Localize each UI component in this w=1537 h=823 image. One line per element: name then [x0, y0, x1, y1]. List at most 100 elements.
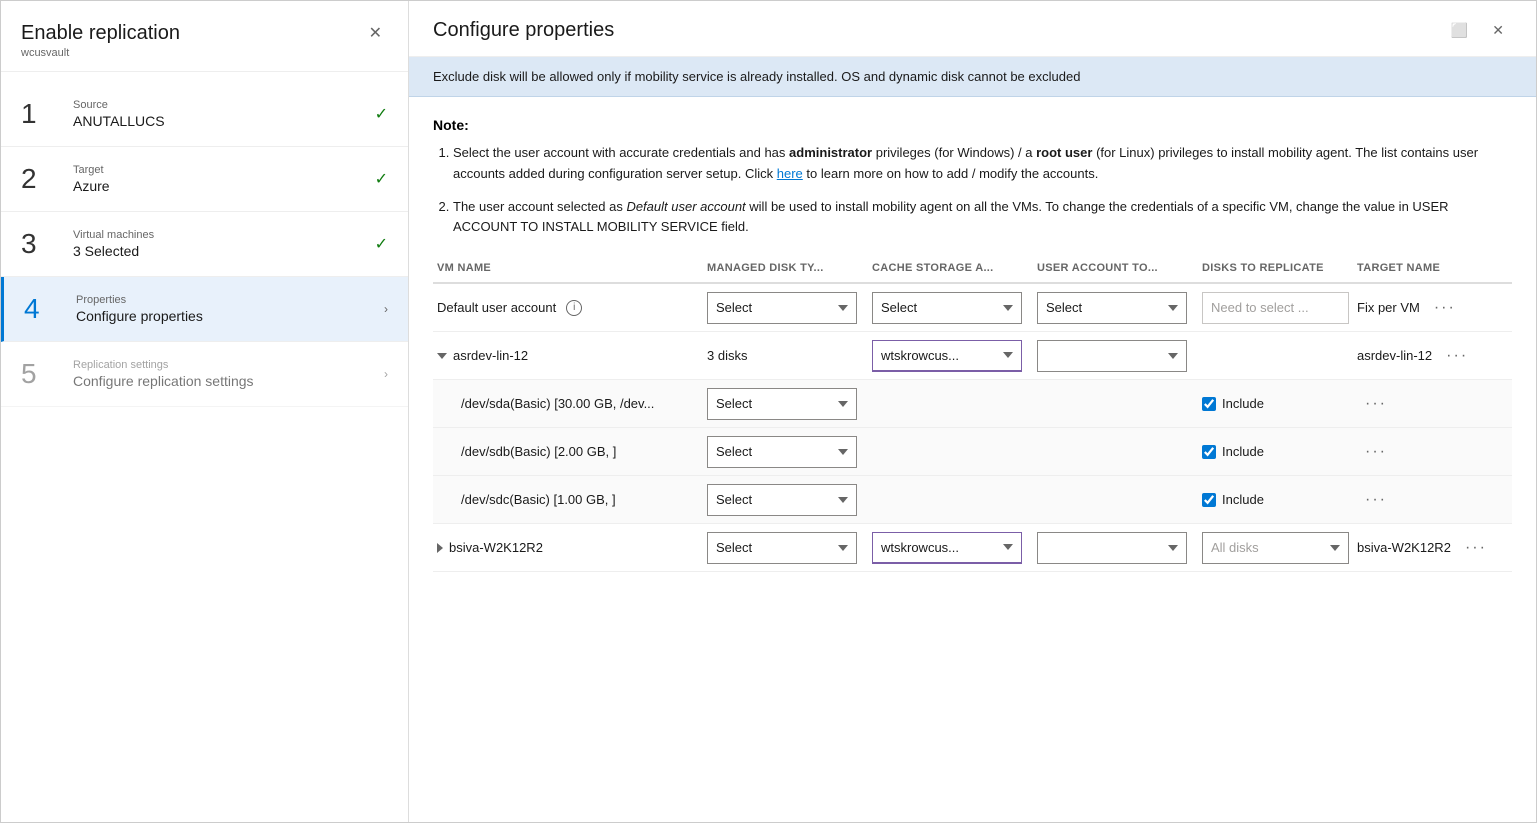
right-panel-close-button[interactable]: ✕	[1484, 20, 1512, 41]
th-target-name: TARGET NAME	[1353, 262, 1512, 274]
th-cache-storage: CACHE STORAGE A...	[868, 262, 1033, 274]
td-default-cache-storage[interactable]: Select	[868, 286, 1033, 330]
td-bsiva-managed-disk[interactable]: Select	[703, 526, 868, 570]
td-asrdev-user-account[interactable]	[1033, 334, 1198, 378]
right-content: Note: Select the user account with accur…	[409, 97, 1536, 822]
td-bsiva-target-name: bsiva-W2K12R2 ···	[1353, 531, 1512, 565]
step-2[interactable]: 2 Target Azure ✓	[1, 147, 408, 212]
note-list: Select the user account with accurate cr…	[433, 143, 1512, 238]
th-disks: DISKS TO REPLICATE	[1198, 262, 1353, 274]
table-row-sda: /dev/sda(Basic) [30.00 GB, /dev... Selec…	[433, 380, 1512, 428]
td-default-managed-disk[interactable]: Select	[703, 286, 868, 330]
note-section: Note: Select the user account with accur…	[433, 117, 1512, 238]
step-4[interactable]: 4 Properties Configure properties ›	[1, 277, 408, 342]
collapse-triangle-icon[interactable]	[437, 353, 447, 359]
sdc-managed-disk-select[interactable]: Select	[707, 484, 857, 516]
left-panel: Enable replication wcusvault ✕ 1 Source …	[1, 1, 409, 822]
asrdev-disk-count: 3 disks	[707, 348, 747, 363]
td-sda-name: /dev/sda(Basic) [30.00 GB, /dev...	[433, 390, 703, 417]
bsiva-target-name: bsiva-W2K12R2	[1357, 540, 1451, 555]
step-3-value: 3 Selected	[73, 243, 359, 259]
table-row-default: Default user account i Select Select	[433, 284, 1512, 332]
bsiva-ellipsis-button[interactable]: ···	[1457, 537, 1495, 559]
td-sdc-cache-storage	[868, 494, 1033, 506]
step-3[interactable]: 3 Virtual machines 3 Selected ✓	[1, 212, 408, 277]
sda-label: /dev/sda(Basic) [30.00 GB, /dev...	[461, 396, 654, 411]
bsiva-vm-name: bsiva-W2K12R2	[449, 540, 543, 555]
step-1[interactable]: 1 Source ANUTALLUCS ✓	[1, 82, 408, 147]
step-5-number: 5	[21, 358, 57, 390]
td-asrdev-target-name: asrdev-lin-12 ···	[1353, 339, 1512, 373]
left-panel-subtitle: wcusvault	[21, 47, 180, 59]
td-sda-user-account	[1033, 398, 1198, 410]
default-label: Default user account	[437, 300, 556, 315]
left-panel-close-button[interactable]: ✕	[363, 21, 388, 45]
td-sda-managed-disk[interactable]: Select	[703, 382, 868, 426]
td-sdc-ellipsis[interactable]: ···	[1353, 483, 1512, 517]
sdc-include-checkbox[interactable]	[1202, 493, 1216, 507]
bsiva-disks-select[interactable]: All disks	[1202, 532, 1349, 564]
td-bsiva-user-account[interactable]	[1033, 526, 1198, 570]
td-default-need-to-select: Need to select ...	[1198, 286, 1353, 330]
table-row-asrdev: asrdev-lin-12 3 disks wtskrowcus...	[433, 332, 1512, 380]
sda-include-checkbox[interactable]	[1202, 397, 1216, 411]
table-row-bsiva: bsiva-W2K12R2 Select wtskrowcus...	[433, 524, 1512, 572]
table-row-sdb: /dev/sdb(Basic) [2.00 GB, ] Select Inclu…	[433, 428, 1512, 476]
td-default-user-account[interactable]: Select	[1033, 286, 1198, 330]
td-sda-cache-storage	[868, 398, 1033, 410]
right-panel-minimize-button[interactable]: ⬜	[1443, 20, 1476, 41]
th-managed-disk: MANAGED DISK TY...	[703, 262, 868, 274]
default-user-account-select[interactable]: Select	[1037, 292, 1187, 324]
td-sdb-ellipsis[interactable]: ···	[1353, 435, 1512, 469]
sdc-ellipsis-button[interactable]: ···	[1357, 489, 1395, 511]
sdb-ellipsis-button[interactable]: ···	[1357, 441, 1395, 463]
step-2-number: 2	[21, 163, 57, 195]
info-banner: Exclude disk will be allowed only if mob…	[409, 57, 1536, 97]
default-cache-storage-select[interactable]: Select	[872, 292, 1022, 324]
td-bsiva-name: bsiva-W2K12R2	[433, 534, 703, 561]
td-sda-ellipsis[interactable]: ···	[1353, 387, 1512, 421]
sda-include-label: Include	[1222, 396, 1264, 411]
td-sdb-managed-disk[interactable]: Select	[703, 430, 868, 474]
sda-managed-disk-select[interactable]: Select	[707, 388, 857, 420]
asrdev-vm-name: asrdev-lin-12	[453, 348, 528, 363]
sdb-include-checkbox[interactable]	[1202, 445, 1216, 459]
step-2-check-icon: ✓	[375, 169, 388, 189]
step-1-value: ANUTALLUCS	[73, 113, 359, 129]
td-bsiva-disks[interactable]: All disks	[1198, 526, 1353, 570]
asrdev-cache-storage-select[interactable]: wtskrowcus...	[872, 340, 1022, 372]
properties-table: VM NAME MANAGED DISK TY... CACHE STORAGE…	[433, 262, 1512, 572]
asrdev-user-account-select[interactable]	[1037, 340, 1187, 372]
step-5-chevron-icon: ›	[384, 367, 388, 381]
td-asrdev-disk-count: 3 disks	[703, 342, 868, 369]
table-header: VM NAME MANAGED DISK TY... CACHE STORAGE…	[433, 262, 1512, 284]
td-sdb-user-account	[1033, 446, 1198, 458]
td-asrdev-name: asrdev-lin-12	[433, 342, 703, 369]
step-5[interactable]: 5 Replication settings Configure replica…	[1, 342, 408, 407]
bsiva-user-account-select[interactable]	[1037, 532, 1187, 564]
default-managed-disk-select[interactable]: Select	[707, 292, 857, 324]
left-panel-title: Enable replication	[21, 21, 180, 45]
step-4-value: Configure properties	[76, 308, 368, 324]
td-sdc-managed-disk[interactable]: Select	[703, 478, 868, 522]
bsiva-cache-storage-select[interactable]: wtskrowcus...	[872, 532, 1022, 564]
note-item-2: The user account selected as Default use…	[453, 197, 1512, 239]
bsiva-expand-icon[interactable]	[437, 543, 443, 553]
table-row-sdc: /dev/sdc(Basic) [1.00 GB, ] Select Inclu…	[433, 476, 1512, 524]
step-5-value: Configure replication settings	[73, 373, 368, 389]
sdb-include-label: Include	[1222, 444, 1264, 459]
step-4-chevron-icon: ›	[384, 302, 388, 316]
td-bsiva-cache-storage[interactable]: wtskrowcus...	[868, 526, 1033, 570]
default-ellipsis-button[interactable]: ···	[1426, 297, 1464, 319]
step-1-check-icon: ✓	[375, 104, 388, 124]
td-asrdev-cache-storage[interactable]: wtskrowcus...	[868, 334, 1033, 378]
step-1-label: Source	[73, 99, 359, 111]
sdb-managed-disk-select[interactable]: Select	[707, 436, 857, 468]
here-link[interactable]: here	[777, 166, 803, 181]
bsiva-managed-disk-select[interactable]: Select	[707, 532, 857, 564]
asrdev-ellipsis-button[interactable]: ···	[1438, 345, 1476, 367]
sda-ellipsis-button[interactable]: ···	[1357, 393, 1395, 415]
info-icon[interactable]: i	[566, 300, 582, 316]
td-sdc-name: /dev/sdc(Basic) [1.00 GB, ]	[433, 486, 703, 513]
sdc-include-label: Include	[1222, 492, 1264, 507]
